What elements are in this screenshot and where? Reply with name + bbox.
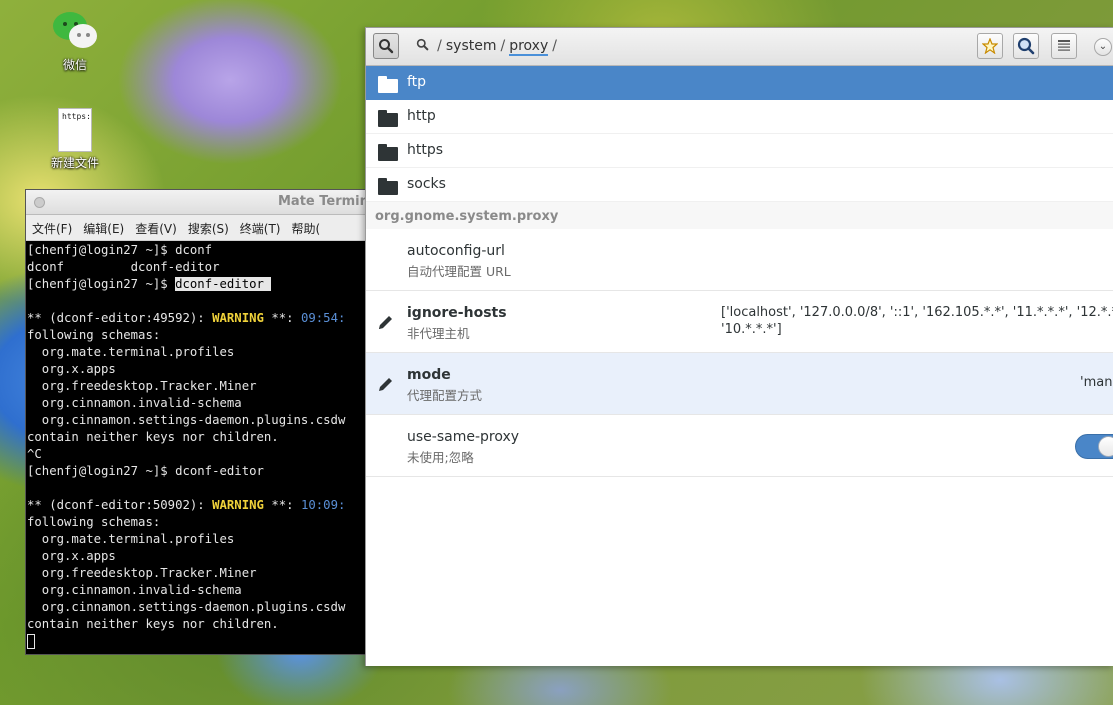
menu-file[interactable]: 文件(F) (26, 215, 77, 237)
folder-row-https[interactable]: https (366, 134, 1113, 168)
key-description: 代理配置方式 (407, 388, 483, 403)
terminal-line: contain neither keys nor children. (27, 617, 279, 631)
menu-terminal[interactable]: 终端(T) (234, 215, 286, 237)
folder-label: ftp (407, 74, 427, 90)
search-icon (379, 39, 394, 54)
hamburger-menu-button[interactable] (1051, 33, 1077, 59)
terminal-titlebar[interactable]: Mate Termin (26, 190, 386, 215)
search-button[interactable] (1013, 33, 1039, 59)
path-separator: / (437, 38, 442, 54)
folder-row-socks[interactable]: socks (366, 168, 1113, 202)
key-name: ignore-hosts (407, 305, 507, 321)
toggle-switch[interactable] (1075, 434, 1113, 459)
terminal-line: org.x.apps (27, 549, 116, 563)
key-name: use-same-proxy (407, 429, 520, 445)
terminal-line: org.mate.terminal.profiles (27, 345, 235, 359)
headerbar: / system / proxy / ⌄ (366, 28, 1113, 66)
desktop-icon-new-file[interactable]: https: 新建文件 (37, 108, 113, 171)
schema-header: org.gnome.system.proxy (366, 202, 1113, 229)
terminal-line: org.freedesktop.Tracker.Miner (27, 379, 257, 393)
terminal-line: org.cinnamon.settings-daemon.plugins.csd… (27, 600, 346, 614)
menu-search[interactable]: 搜索(S) (182, 215, 234, 237)
bookmark-button[interactable] (977, 33, 1003, 59)
key-description: 未使用;忽略 (407, 450, 474, 465)
terminal-line: ** (dconf-editor:49592): WARNING **: 09:… (27, 311, 346, 325)
pencil-icon (379, 378, 392, 391)
path-bar: / system / proxy / (416, 38, 561, 56)
text-file-icon: https: (58, 108, 92, 152)
terminal-title: Mate Termin (278, 194, 369, 209)
terminal-line: ** (dconf-editor:50902): WARNING **: 10:… (27, 498, 346, 512)
terminal-line: following schemas: (27, 515, 161, 529)
desktop-icon-label: 新建文件 (50, 156, 99, 170)
key-value: ['localhost', '127.0.0.0/8', '::1', '162… (721, 305, 1113, 320)
search-icon (1017, 37, 1035, 55)
root-search-icon[interactable] (416, 38, 433, 54)
text-cursor (27, 634, 35, 649)
key-name: mode (407, 367, 451, 383)
desktop-icon-wechat[interactable]: 微信 (37, 10, 113, 73)
pencil-icon (379, 316, 392, 329)
key-description: 非代理主机 (407, 326, 470, 341)
search-toggle-button[interactable] (373, 33, 399, 59)
terminal-line: following schemas: (27, 328, 161, 342)
close-icon[interactable] (34, 197, 45, 208)
desktop-icon-label: 微信 (62, 58, 87, 72)
path-separator: / (552, 38, 557, 54)
wechat-icon (49, 10, 101, 54)
folder-label: https (407, 142, 444, 158)
folder-label: http (407, 108, 436, 124)
terminal-window: Mate Termin 文件(F) 编辑(E) 查看(V) 搜索(S) 终端(T) 帮助(… (25, 189, 387, 655)
terminal-line: org.mate.terminal.profiles (27, 532, 235, 546)
key-row-autoconfig-url[interactable]: autoconfig-url 自动代理配置 URL (366, 229, 1113, 291)
terminal-line: ^C (27, 447, 42, 461)
folder-icon (378, 76, 398, 93)
terminal-line: dconf dconf-editor (27, 260, 220, 274)
folder-icon (378, 110, 398, 127)
folder-list: ftp http https socks (366, 66, 1113, 202)
terminal-line: [chenfj@login27 ~]$ dconf-editor (27, 464, 264, 478)
terminal-line: org.freedesktop.Tracker.Miner (27, 566, 257, 580)
path-separator: / (500, 38, 506, 54)
terminal-output[interactable]: [chenfj@login27 ~]$ dconf dconf dconf-edi… (26, 241, 386, 650)
folder-icon (378, 178, 398, 195)
key-description: 自动代理配置 URL (407, 264, 511, 279)
folder-label: socks (407, 176, 446, 192)
terminal-line: org.cinnamon.settings-daemon.plugins.csd… (27, 413, 346, 427)
desktop: 微信 https: 新建文件 Mate Termin 文件(F) 编辑(E) 查看(… (0, 0, 1113, 705)
key-value: '10.*.*.*'] (721, 322, 782, 337)
dconf-editor-window: / system / proxy / ⌄ ftp http https sock… (365, 27, 1113, 666)
menu-view[interactable]: 查看(V) (129, 215, 182, 237)
key-name: autoconfig-url (407, 243, 505, 259)
key-list: autoconfig-url 自动代理配置 URL ignore-hosts 非… (366, 229, 1113, 477)
menu-help[interactable]: 帮助( (286, 215, 326, 237)
terminal-line: [chenfj@login27 ~]$ dconf (27, 243, 213, 257)
path-segment-system[interactable]: system (446, 38, 497, 54)
key-row-ignore-hosts[interactable]: ignore-hosts 非代理主机 ['localhost', '127.0.… (366, 291, 1113, 353)
star-icon (981, 37, 999, 55)
path-segment-proxy[interactable]: proxy (509, 38, 549, 56)
menu-icon (1058, 40, 1070, 51)
key-value: 'man (1080, 375, 1113, 390)
folder-row-http[interactable]: http (366, 100, 1113, 134)
toggle-knob[interactable] (1098, 436, 1113, 457)
window-menu-button[interactable]: ⌄ (1094, 38, 1112, 56)
terminal-line: [chenfj@login27 ~]$ dconf-editor (27, 277, 272, 291)
terminal-line: contain neither keys nor children. (27, 430, 279, 444)
folder-row-ftp[interactable]: ftp (366, 66, 1113, 100)
chevron-down-icon: ⌄ (1098, 41, 1108, 52)
terminal-line: org.x.apps (27, 362, 116, 376)
terminal-menubar: 文件(F) 编辑(E) 查看(V) 搜索(S) 终端(T) 帮助( (26, 215, 386, 241)
terminal-line: org.cinnamon.invalid-schema (27, 396, 242, 410)
key-row-use-same-proxy[interactable]: use-same-proxy 未使用;忽略 (366, 415, 1113, 477)
menu-edit[interactable]: 编辑(E) (77, 215, 129, 237)
folder-icon (378, 144, 398, 161)
terminal-line: org.cinnamon.invalid-schema (27, 583, 242, 597)
key-row-mode[interactable]: mode 代理配置方式 'man (366, 353, 1113, 415)
